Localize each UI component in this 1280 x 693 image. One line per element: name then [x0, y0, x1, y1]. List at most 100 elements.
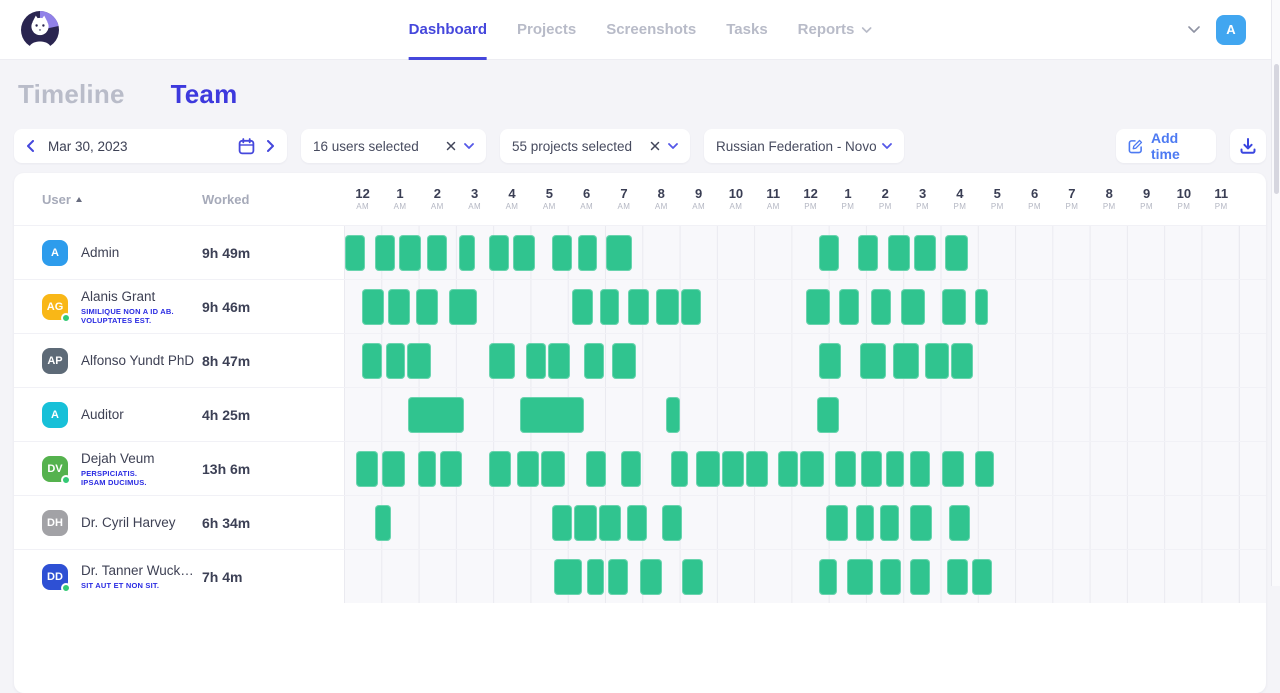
time-segment[interactable] — [778, 451, 798, 487]
time-segment[interactable] — [587, 559, 604, 595]
time-segment[interactable] — [382, 451, 404, 487]
time-segment[interactable] — [520, 397, 583, 433]
time-segment[interactable] — [408, 397, 464, 433]
time-segment[interactable] — [345, 235, 365, 271]
time-segment[interactable] — [861, 451, 881, 487]
time-segment[interactable] — [375, 235, 395, 271]
time-segment[interactable] — [489, 343, 515, 379]
nav-item-tasks[interactable]: Tasks — [726, 0, 767, 60]
time-segment[interactable] — [951, 343, 973, 379]
time-segment[interactable] — [375, 505, 392, 541]
time-segment[interactable] — [600, 289, 619, 325]
time-segment[interactable] — [871, 289, 891, 325]
user-name[interactable]: Alanis Grant — [81, 289, 174, 304]
time-segment[interactable] — [440, 451, 462, 487]
timeline-track[interactable] — [344, 550, 1240, 603]
time-segment[interactable] — [572, 289, 592, 325]
time-segment[interactable] — [399, 235, 421, 271]
time-segment[interactable] — [526, 343, 546, 379]
timeline-track[interactable] — [344, 496, 1240, 549]
nav-item-screenshots[interactable]: Screenshots — [606, 0, 696, 60]
time-segment[interactable] — [388, 289, 410, 325]
time-segment[interactable] — [886, 451, 905, 487]
timeline-track[interactable] — [344, 334, 1240, 387]
time-segment[interactable] — [459, 235, 476, 271]
time-segment[interactable] — [599, 505, 621, 541]
time-segment[interactable] — [746, 451, 768, 487]
user-name[interactable]: Alfonso Yundt PhD — [81, 353, 194, 368]
nav-item-reports[interactable]: Reports — [798, 0, 872, 60]
time-segment[interactable] — [880, 559, 900, 595]
time-segment[interactable] — [666, 397, 681, 433]
chevron-down-icon[interactable] — [882, 143, 892, 149]
time-segment[interactable] — [975, 289, 988, 325]
time-segment[interactable] — [584, 343, 604, 379]
time-segment[interactable] — [606, 235, 632, 271]
time-segment[interactable] — [682, 559, 702, 595]
time-segment[interactable] — [489, 451, 511, 487]
time-segment[interactable] — [856, 505, 875, 541]
time-segment[interactable] — [621, 451, 641, 487]
time-segment[interactable] — [548, 343, 570, 379]
prev-day-icon[interactable] — [26, 140, 34, 152]
time-segment[interactable] — [839, 289, 859, 325]
chevron-down-icon[interactable] — [464, 143, 474, 149]
time-segment[interactable] — [418, 451, 437, 487]
time-segment[interactable] — [586, 451, 606, 487]
time-segment[interactable] — [910, 451, 930, 487]
time-segment[interactable] — [362, 343, 382, 379]
time-segment[interactable] — [608, 559, 628, 595]
time-segment[interactable] — [806, 289, 830, 325]
tab-team[interactable]: Team — [171, 79, 238, 110]
calendar-icon[interactable] — [238, 138, 255, 155]
user-name[interactable]: Dejah Veum — [81, 451, 155, 466]
time-segment[interactable] — [949, 505, 969, 541]
time-segment[interactable] — [552, 235, 572, 271]
clear-projects-icon[interactable] — [650, 141, 660, 151]
time-segment[interactable] — [945, 235, 967, 271]
time-segment[interactable] — [416, 289, 438, 325]
user-avatar[interactable]: A — [1216, 15, 1246, 45]
timeline-track[interactable] — [344, 280, 1240, 333]
user-menu-chevron-icon[interactable] — [1188, 26, 1200, 33]
time-segment[interactable] — [972, 559, 992, 595]
time-segment[interactable] — [826, 505, 848, 541]
time-segment[interactable] — [847, 559, 873, 595]
time-segment[interactable] — [835, 451, 855, 487]
time-segment[interactable] — [942, 451, 964, 487]
time-segment[interactable] — [612, 343, 636, 379]
scrollbar-thumb[interactable] — [1274, 64, 1279, 194]
time-segment[interactable] — [925, 343, 949, 379]
time-segment[interactable] — [800, 451, 824, 487]
time-segment[interactable] — [554, 559, 582, 595]
time-segment[interactable] — [914, 235, 936, 271]
date-value[interactable]: Mar 30, 2023 — [48, 139, 238, 154]
time-segment[interactable] — [860, 343, 886, 379]
time-segment[interactable] — [656, 289, 678, 325]
time-segment[interactable] — [910, 559, 930, 595]
time-segment[interactable] — [671, 451, 688, 487]
time-segment[interactable] — [893, 343, 919, 379]
time-segment[interactable] — [817, 397, 839, 433]
time-segment[interactable] — [427, 235, 447, 271]
time-segment[interactable] — [858, 235, 878, 271]
time-segment[interactable] — [722, 451, 744, 487]
time-segment[interactable] — [681, 289, 701, 325]
time-segment[interactable] — [574, 505, 596, 541]
time-segment[interactable] — [942, 289, 966, 325]
time-segment[interactable] — [880, 505, 899, 541]
download-button[interactable] — [1230, 129, 1266, 163]
nav-item-projects[interactable]: Projects — [517, 0, 576, 60]
time-segment[interactable] — [819, 235, 839, 271]
next-day-icon[interactable] — [267, 140, 275, 152]
nav-item-dashboard[interactable]: Dashboard — [409, 0, 487, 60]
time-segment[interactable] — [819, 343, 841, 379]
time-segment[interactable] — [489, 235, 509, 271]
time-segment[interactable] — [407, 343, 431, 379]
time-segment[interactable] — [901, 289, 925, 325]
chevron-down-icon[interactable] — [668, 143, 678, 149]
date-picker[interactable]: Mar 30, 2023 — [14, 129, 287, 163]
tab-timeline[interactable]: Timeline — [18, 79, 125, 110]
time-segment[interactable] — [947, 559, 967, 595]
time-segment[interactable] — [628, 289, 648, 325]
